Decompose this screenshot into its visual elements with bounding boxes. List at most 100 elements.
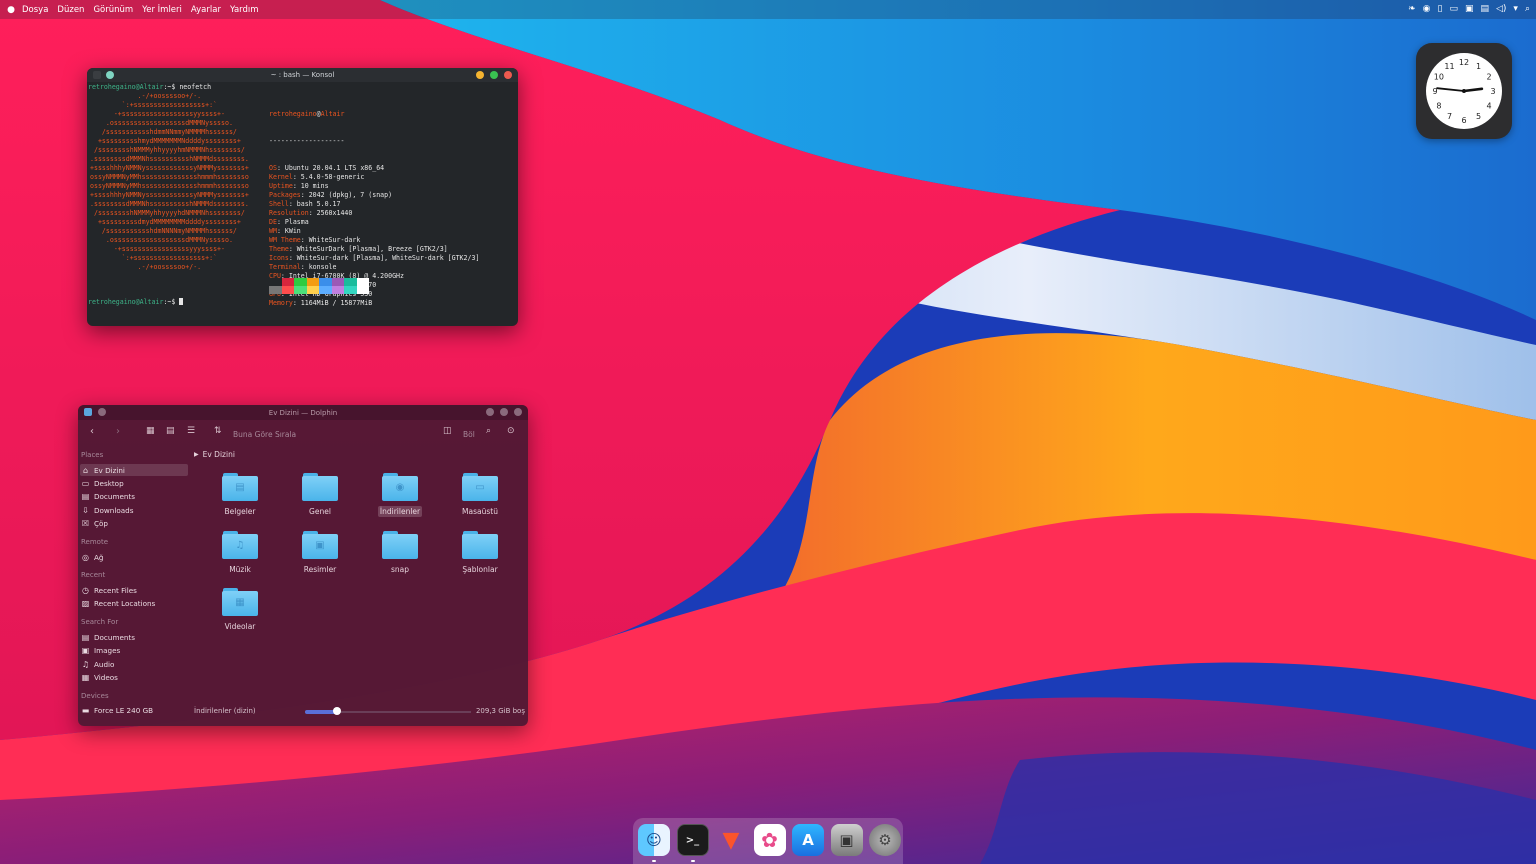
compact-view-icon[interactable]: ▤ bbox=[166, 426, 175, 436]
sort-by-button[interactable]: Buna Göre Sırala bbox=[233, 430, 296, 439]
analog-clock-widget[interactable]: 12 1 2 3 4 5 6 7 8 9 10 11 bbox=[1416, 43, 1512, 139]
search-icon[interactable]: ⌕ bbox=[1525, 5, 1530, 14]
sidebar-item-label: Recent Files bbox=[94, 585, 137, 595]
file-name: Masaüstü bbox=[462, 507, 498, 516]
palette-swatch bbox=[319, 278, 332, 286]
sidebar-item[interactable]: ♫ Audio bbox=[80, 658, 188, 670]
sidebar-item[interactable]: ☒ Çöp bbox=[80, 518, 188, 530]
dolphin-window[interactable]: Ev Dizini — Dolphin ‹ › ▦ ▤ ☰ ⇅ Buna Gör… bbox=[78, 405, 528, 726]
sort-icon[interactable]: ⇅ bbox=[214, 426, 222, 436]
menu-yardim[interactable]: Yardım bbox=[230, 5, 259, 15]
sidebar-item[interactable]: ▤ Documents bbox=[80, 631, 188, 643]
zoom-slider-fill bbox=[305, 710, 337, 714]
details-view-icon[interactable]: ☰ bbox=[187, 426, 195, 436]
sidebar-item[interactable]: ⌂ Ev Dizini bbox=[80, 464, 188, 476]
disk-utility-icon[interactable]: ▣ bbox=[830, 824, 863, 856]
sidebar-item-label: Ağ bbox=[94, 552, 104, 562]
menu-yer-imleri[interactable]: Yer İmleri bbox=[142, 5, 182, 15]
file-item[interactable]: ▣ Resimler bbox=[285, 531, 355, 574]
maximize-button[interactable] bbox=[500, 408, 508, 416]
downloads-icon: ⇩ bbox=[82, 505, 89, 515]
file-item[interactable]: ▤ Belgeler bbox=[205, 473, 275, 516]
menu-duzen[interactable]: Düzen bbox=[57, 5, 84, 15]
terminal-area[interactable]: retrohegaino@Altair:~$ neofetch .-/+ooss… bbox=[88, 83, 517, 323]
split-button[interactable]: Böl bbox=[463, 430, 475, 439]
templates-folder-icon bbox=[462, 531, 498, 559]
pin-icon[interactable] bbox=[106, 71, 114, 79]
file-name: Resimler bbox=[303, 565, 337, 574]
file-item[interactable]: Şablonlar bbox=[445, 531, 515, 574]
running-indicator bbox=[690, 860, 695, 862]
info-line: Terminal: konsole bbox=[269, 263, 337, 272]
free-space-label: 209,3 GiB boş bbox=[475, 707, 525, 715]
file-item[interactable]: Genel bbox=[285, 473, 355, 516]
konsole-titlebar[interactable]: ~ : bash — Konsol bbox=[87, 68, 518, 82]
split-view-icon[interactable]: ◫ bbox=[443, 426, 452, 436]
close-button[interactable] bbox=[504, 71, 512, 79]
icons-view-icon[interactable]: ▦ bbox=[146, 426, 155, 436]
sidebar-item-label: Force LE 240 GB bbox=[94, 706, 154, 716]
dolphin-title: Ev Dizini — Dolphin bbox=[268, 408, 338, 417]
pin-icon[interactable] bbox=[98, 408, 106, 416]
menu-dosya[interactable]: Dosya bbox=[22, 5, 48, 15]
file-item[interactable]: ▭ Masaüstü bbox=[445, 473, 515, 516]
file-name: Videolar bbox=[224, 622, 256, 631]
zoom-slider-handle[interactable] bbox=[332, 707, 341, 715]
sidebar-item[interactable]: ▣ Images bbox=[80, 645, 188, 657]
kde-connect-icon[interactable]: ❧ bbox=[1408, 5, 1416, 14]
file-item[interactable]: ◉ İndirilenler bbox=[365, 473, 435, 517]
menu-icon[interactable]: ⊙ bbox=[507, 426, 515, 436]
palette-swatch bbox=[356, 278, 369, 286]
sidebar-item-label: Documents bbox=[94, 632, 135, 642]
sidebar-item[interactable]: ⇩ Downloads bbox=[80, 504, 188, 516]
info-line: DE: Plasma bbox=[269, 218, 309, 227]
sidebar-item[interactable]: ▨ Recent Locations bbox=[80, 598, 188, 610]
minimize-button[interactable] bbox=[486, 408, 494, 416]
info-line: OS: Ubuntu 20.04.1 LTS x86_64 bbox=[269, 164, 385, 173]
close-button[interactable] bbox=[514, 408, 522, 416]
sidebar-item[interactable]: ▭ Desktop bbox=[80, 477, 188, 489]
terminal-icon[interactable]: >_ bbox=[676, 824, 709, 856]
app-store-icon[interactable]: A bbox=[792, 824, 824, 856]
konsole-window[interactable]: ~ : bash — Konsol retrohegaino@Altair:~$… bbox=[87, 68, 518, 326]
file-item[interactable]: snap bbox=[365, 531, 435, 574]
command-text: neofetch bbox=[175, 83, 212, 91]
network-icon[interactable]: ▤ bbox=[1480, 5, 1489, 14]
sidebar-item[interactable]: ◎ Ağ bbox=[80, 551, 188, 563]
palette-swatch bbox=[294, 278, 307, 286]
apple-icon[interactable]: ● bbox=[0, 5, 22, 15]
forward-icon[interactable]: › bbox=[116, 426, 120, 437]
battery-icon[interactable]: ▣ bbox=[1465, 5, 1474, 14]
info-line: Resolution: 2560x1440 bbox=[269, 209, 353, 218]
sidebar-item[interactable]: ▬ Force LE 240 GB bbox=[80, 705, 188, 717]
location-icon[interactable]: ◉ bbox=[1423, 5, 1431, 14]
file-name: Müzik bbox=[229, 565, 251, 574]
clipboard-icon[interactable]: ▯ bbox=[1437, 5, 1442, 14]
neofetch-ascii-logo: .-/+oossssoo+/-. `:+ssssssssssssssssss+:… bbox=[90, 92, 249, 272]
photos-icon[interactable]: ✿ bbox=[753, 824, 786, 856]
dolphin-titlebar[interactable]: Ev Dizini — Dolphin bbox=[78, 405, 528, 420]
menu-gorunum[interactable]: Görünüm bbox=[93, 5, 133, 15]
finder-icon[interactable]: ☺ bbox=[638, 824, 670, 856]
back-icon[interactable]: ‹ bbox=[90, 426, 94, 437]
chevron-down-icon[interactable]: ▾ bbox=[1513, 5, 1518, 14]
sidebar-item[interactable]: ▦ Videos bbox=[80, 671, 188, 683]
system-settings-icon[interactable]: ⚙ bbox=[869, 824, 901, 856]
prompt-suffix: :~$ bbox=[163, 83, 176, 91]
desktop-icon: ▭ bbox=[81, 478, 90, 488]
minimize-button[interactable] bbox=[476, 71, 484, 79]
file-item[interactable]: ♫ Müzik bbox=[205, 531, 275, 574]
breadcrumb[interactable]: ▶ Ev Dizini bbox=[194, 450, 235, 459]
sidebar-item[interactable]: ◷ Recent Files bbox=[80, 584, 188, 596]
drive-icon: ▬ bbox=[81, 706, 90, 716]
maximize-button[interactable] bbox=[490, 71, 498, 79]
sidebar-item[interactable]: ▤ Documents bbox=[80, 491, 188, 503]
search-icon[interactable]: ⌕ bbox=[486, 426, 491, 436]
file-item[interactable]: ▦ Videolar bbox=[205, 588, 275, 631]
volume-icon[interactable]: ◁) bbox=[1496, 5, 1506, 14]
brave-icon[interactable]: ▼ bbox=[715, 824, 747, 856]
display-icon[interactable]: ▭ bbox=[1449, 5, 1458, 14]
menu-ayarlar[interactable]: Ayarlar bbox=[191, 5, 221, 15]
breadcrumb-current[interactable]: Ev Dizini bbox=[203, 450, 235, 459]
dock: ☺ >_ ▼ ✿ A ▣ ⚙ bbox=[633, 818, 903, 864]
